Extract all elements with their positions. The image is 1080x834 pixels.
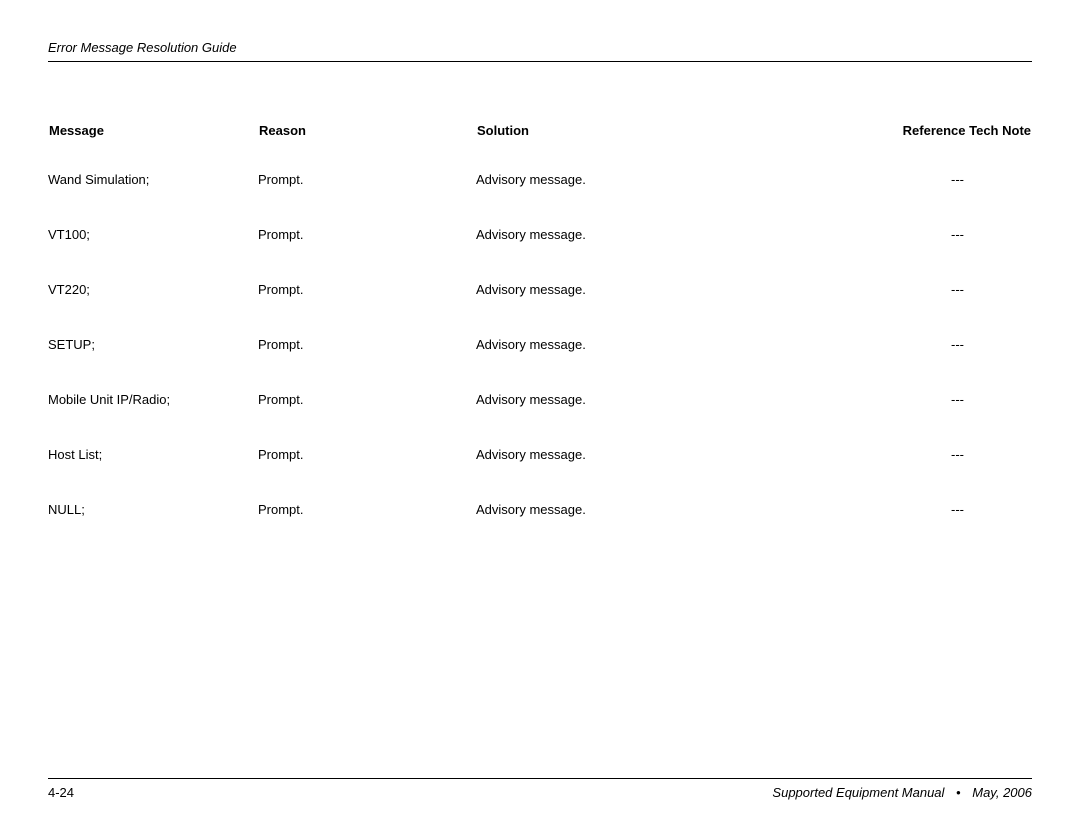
col-reason: Reason — [258, 122, 476, 172]
col-message: Message — [48, 122, 258, 172]
col-reference: Reference Tech Note — [776, 122, 1032, 172]
cell-message: SETUP; — [48, 337, 258, 392]
cell-reason: Prompt. — [258, 227, 476, 282]
cell-solution: Advisory message. — [476, 227, 776, 282]
cell-message: VT220; — [48, 282, 258, 337]
header-title: Error Message Resolution Guide — [48, 40, 1032, 55]
cell-message: Host List; — [48, 447, 258, 502]
error-table: Message Reason Solution Reference Tech N… — [48, 122, 1032, 557]
cell-message: Wand Simulation; — [48, 172, 258, 227]
cell-message: VT100; — [48, 227, 258, 282]
table-row: SETUP; Prompt. Advisory message. --- — [48, 337, 1032, 392]
table-row: Wand Simulation; Prompt. Advisory messag… — [48, 172, 1032, 227]
cell-reason: Prompt. — [258, 502, 476, 557]
cell-message: Mobile Unit IP/Radio; — [48, 392, 258, 447]
footer-date: May, 2006 — [972, 785, 1032, 800]
cell-reason: Prompt. — [258, 172, 476, 227]
cell-reference: --- — [776, 227, 1032, 282]
page-number: 4-24 — [48, 785, 74, 800]
table-header-row: Message Reason Solution Reference Tech N… — [48, 122, 1032, 172]
cell-message: NULL; — [48, 502, 258, 557]
cell-reference: --- — [776, 502, 1032, 557]
cell-solution: Advisory message. — [476, 337, 776, 392]
footer-bullet: • — [948, 785, 969, 800]
header-rule — [48, 61, 1032, 62]
cell-reference: --- — [776, 282, 1032, 337]
footer-rule — [48, 778, 1032, 779]
cell-reason: Prompt. — [258, 447, 476, 502]
cell-solution: Advisory message. — [476, 282, 776, 337]
cell-reference: --- — [776, 392, 1032, 447]
cell-solution: Advisory message. — [476, 172, 776, 227]
footer-doc-title: Supported Equipment Manual — [772, 785, 944, 800]
table-row: NULL; Prompt. Advisory message. --- — [48, 502, 1032, 557]
table-row: Mobile Unit IP/Radio; Prompt. Advisory m… — [48, 392, 1032, 447]
cell-reference: --- — [776, 337, 1032, 392]
page-footer: 4-24 Supported Equipment Manual • May, 2… — [48, 778, 1032, 800]
cell-solution: Advisory message. — [476, 392, 776, 447]
table-row: VT220; Prompt. Advisory message. --- — [48, 282, 1032, 337]
cell-solution: Advisory message. — [476, 502, 776, 557]
cell-reason: Prompt. — [258, 337, 476, 392]
cell-reference: --- — [776, 447, 1032, 502]
cell-reason: Prompt. — [258, 392, 476, 447]
cell-solution: Advisory message. — [476, 447, 776, 502]
table-row: VT100; Prompt. Advisory message. --- — [48, 227, 1032, 282]
table-row: Host List; Prompt. Advisory message. --- — [48, 447, 1032, 502]
cell-reference: --- — [776, 172, 1032, 227]
cell-reason: Prompt. — [258, 282, 476, 337]
footer-right: Supported Equipment Manual • May, 2006 — [772, 785, 1032, 800]
col-solution: Solution — [476, 122, 776, 172]
